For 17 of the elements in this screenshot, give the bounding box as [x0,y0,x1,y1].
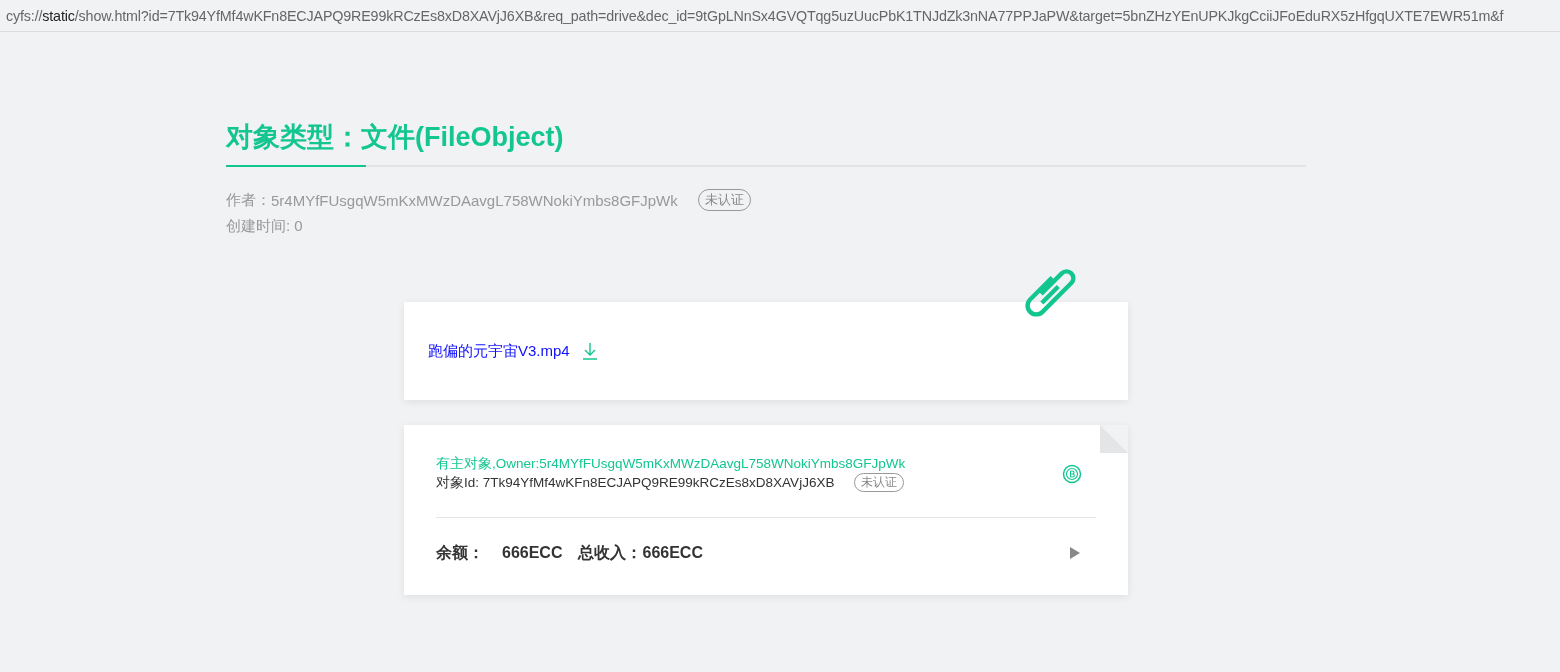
created-time: 创建时间: 0 [226,217,303,236]
folded-corner [1100,425,1128,453]
author-label: 作者： [226,190,271,210]
owner-text: 有主对象,Owner:5r4MYfFUsgqW5mKxMWzDAavgL758WNokiYmbs8GFJpWk [436,455,906,473]
address-bar[interactable]: cyfs://static/show.html?id=7Tk94YfMf4wKFn8ECJAPQ9RE99kRCzEs8xD8XAVjJ6XB&req_path=drive&dec_id=9tGpLNnSx4GVQTqg5uzUucPbK1TNJdZk3nNA77PPJaPW&target=5bnZHzYEnUPKJkgCciiJFoEduRX5zHfgqUXTE7EWR51m&f [0,0,1560,32]
balance-value: 666ECC [502,544,563,562]
object-id: 对象Id: 7Tk94YfMf4wKFn8ECJAPQ9RE99kRCzEs8xD8XAVjJ6XB [436,473,835,492]
download-icon[interactable] [581,342,598,360]
page-title: 对象类型：文件(FileObject) [226,121,564,154]
balance-label: 余额： [436,542,484,563]
income-value: 666ECC [642,544,703,562]
url-text: cyfs://static/show.html?id=7Tk94YfMf4wKFn8ECJAPQ9RE99kRCzEs8xD8XAVjJ6XB&req_path=drive&dec_id=9tGpLNnSx4GVQTqg5uzUucPbK1TNJdZk3nNA77PPJaPW&target=5bnZHzYEnUPKJkgCciiJFoEduRX5zHfgqUXTE7EWR51m&f [6,7,1504,24]
play-icon[interactable] [1070,547,1080,559]
income-label: 总收入： [578,542,643,563]
author-id: 5r4MYfFUsgqW5mKxMWzDAavgL758WNokiYmbs8GFJpWk [271,191,678,209]
coin-icon[interactable] [1062,463,1082,484]
file-link[interactable]: 跑偏的元宇宙V3.mp4 [428,341,570,361]
